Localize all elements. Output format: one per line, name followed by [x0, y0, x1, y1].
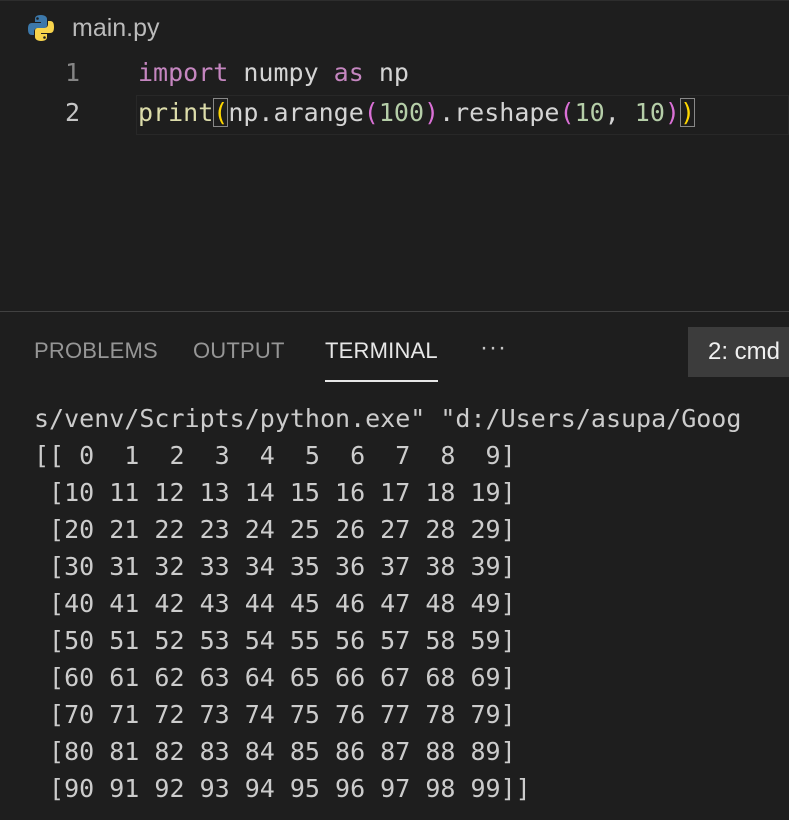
keyword-as: as — [333, 58, 364, 87]
bottom-panel: PROBLEMS OUTPUT TERMINAL ··· 2: cmd s/ve… — [0, 311, 789, 820]
function-print: print — [138, 98, 214, 127]
terminal-line: [30 31 32 33 34 35 36 37 38 39] — [34, 552, 516, 581]
bracket-close: ) — [664, 98, 680, 127]
terminal-line: [20 21 22 23 24 25 26 27 28 29] — [34, 515, 516, 544]
line-number: 2 — [64, 98, 80, 127]
number-literal: 100 — [378, 98, 425, 127]
terminal-line: [10 11 12 13 14 15 16 17 18 19] — [34, 478, 516, 507]
python-icon — [28, 15, 54, 41]
tab-output[interactable]: OUTPUT — [193, 338, 285, 364]
call-expression: np.arange — [228, 98, 364, 127]
module-alias: np — [363, 58, 409, 87]
terminal-selector-dropdown[interactable]: 2: cmd — [688, 327, 789, 377]
bracket-close: ) — [424, 98, 440, 127]
editor-tab-filename: main.py — [72, 13, 160, 42]
tab-terminal[interactable]: TERMINAL — [325, 338, 438, 382]
code-line-1[interactable]: 1 import numpy as np — [0, 53, 789, 93]
code-line-text[interactable]: import numpy as np — [138, 53, 409, 93]
tab-problems[interactable]: PROBLEMS — [34, 338, 158, 364]
number-literal: 10 — [634, 98, 665, 127]
terminal-line: [70 71 72 73 74 75 76 77 78 79] — [34, 700, 516, 729]
bracket-open: ( — [213, 98, 229, 127]
module-name: numpy — [228, 58, 334, 87]
number-literal: 10 — [574, 98, 605, 127]
bracket-open: ( — [559, 98, 575, 127]
keyword-import: import — [138, 58, 229, 87]
terminal-line: [[ 0 1 2 3 4 5 6 7 8 9] — [34, 441, 516, 470]
terminal-line: [60 61 62 63 64 65 66 67 68 69] — [34, 663, 516, 692]
code-line-text[interactable]: print(np.arange(100).reshape(10, 10)) — [138, 93, 696, 133]
terminal-line: [40 41 42 43 44 45 46 47 48 49] — [34, 589, 516, 618]
terminal-line: [80 81 82 83 84 85 86 87 88 89] — [34, 737, 516, 766]
code-editor[interactable]: main.py 1 import numpy as np 2 print(np.… — [0, 0, 789, 311]
panel-tab-bar: PROBLEMS OUTPUT TERMINAL ··· 2: cmd — [0, 312, 789, 384]
method-call: .reshape — [439, 98, 560, 127]
bracket-open: ( — [363, 98, 379, 127]
comma: , — [604, 98, 635, 127]
more-actions-icon[interactable]: ··· — [480, 334, 507, 362]
editor-tab-main-py[interactable]: main.py — [26, 11, 160, 45]
terminal-line: [50 51 52 53 54 55 56 57 58 59] — [34, 626, 516, 655]
terminal-line: s/venv/Scripts/python.exe" "d:/Users/asu… — [34, 404, 742, 433]
terminal-output[interactable]: s/venv/Scripts/python.exe" "d:/Users/asu… — [34, 400, 741, 807]
line-number: 1 — [64, 58, 80, 87]
code-line-2[interactable]: 2 print(np.arange(100).reshape(10, 10)) — [0, 93, 789, 133]
code-area[interactable]: 1 import numpy as np 2 print(np.arange(1… — [0, 53, 789, 135]
bracket-close: ) — [679, 98, 696, 127]
terminal-line: [90 91 92 93 94 95 96 97 98 99]] — [34, 774, 531, 803]
